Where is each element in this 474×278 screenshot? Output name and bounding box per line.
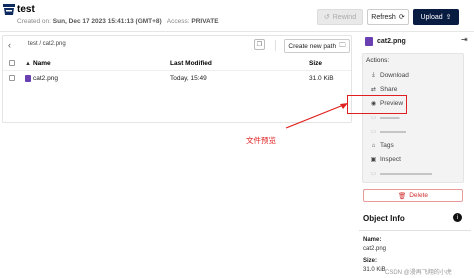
- column-modified-header[interactable]: Last Modified: [170, 60, 212, 67]
- info-icon[interactable]: i: [453, 213, 462, 222]
- created-value: Sun, Dec 17 2023 15:41:13 (GMT+8): [52, 18, 162, 25]
- upload-label: Upload: [420, 13, 443, 21]
- image-file-icon: [25, 75, 31, 82]
- access-value: PRIVATE: [191, 18, 219, 25]
- bucket-name: test: [17, 4, 35, 15]
- column-size-header[interactable]: Size: [309, 60, 322, 67]
- info-name-value: cat2.png: [363, 246, 387, 252]
- row-modified: Today, 15:49: [170, 75, 207, 82]
- rewind-button[interactable]: ↺ Rewind: [317, 9, 363, 25]
- disabled-action-icon: ▭: [370, 115, 377, 121]
- bucket-header: test Created on: Sun, Dec 17 2023 15:41:…: [0, 0, 474, 32]
- rewind-icon: ↺: [323, 14, 330, 21]
- preview-highlight-box: [347, 95, 407, 114]
- trash-icon: 🗑: [397, 192, 407, 200]
- refresh-label: Refresh: [371, 13, 396, 21]
- info-size-value: 31.0 KiB: [363, 267, 386, 273]
- refresh-icon: ⟳: [398, 14, 405, 21]
- table-header: ▲ Name Last Modified Size: [3, 57, 351, 71]
- new-folder-icon: 🗀: [339, 41, 346, 49]
- breadcrumb: test / cat2.png: [28, 41, 66, 47]
- create-new-path-button[interactable]: Create new path 🗀: [284, 39, 350, 53]
- info-size-label: Size:: [363, 258, 378, 264]
- rewind-label: Rewind: [332, 13, 357, 21]
- delete-label: Delete: [409, 192, 429, 199]
- object-info-title: Object Info: [363, 214, 405, 223]
- table-row[interactable]: cat2.png Today, 15:49 31.0 KiB: [3, 72, 351, 85]
- action-disabled-3: ▭ ▬▬▬▬▬▬▬▬: [370, 170, 432, 177]
- disabled-action-icon: ▭: [370, 171, 377, 177]
- disabled-action-icon: ▭: [370, 129, 377, 135]
- action-disabled-1: ▭ ▬▬▬: [370, 114, 400, 121]
- column-name-header[interactable]: ▲ Name: [25, 60, 51, 67]
- tag-icon: ⌂: [371, 142, 376, 149]
- collapse-panel-icon[interactable]: ⇥: [461, 35, 468, 44]
- action-inspect-label: Inspect: [380, 156, 401, 163]
- copy-icon: ❐: [256, 42, 263, 48]
- info-name-label: Name:: [363, 237, 382, 243]
- inspect-icon: ▣: [370, 157, 377, 163]
- image-file-icon: [365, 37, 373, 46]
- actions-title: Actions:: [366, 57, 390, 64]
- action-tags-label: Tags: [380, 142, 394, 149]
- upload-button[interactable]: Upload ⇪: [413, 9, 459, 25]
- disabled-action-placeholder: ▬▬▬: [380, 114, 400, 121]
- download-icon: ⤓: [372, 72, 375, 78]
- back-arrow-icon[interactable]: ‹: [8, 40, 11, 50]
- upload-icon: ⇪: [445, 14, 452, 21]
- action-inspect[interactable]: ▣ Inspect: [370, 156, 401, 163]
- action-tags[interactable]: ⌂ Tags: [370, 142, 394, 149]
- row-checkbox[interactable]: [9, 75, 15, 81]
- share-icon: ⇄: [370, 87, 377, 93]
- action-download-label: Download: [380, 72, 409, 79]
- action-download[interactable]: ⤓ Download: [370, 72, 409, 79]
- row-name: cat2.png: [33, 75, 58, 82]
- bucket-icon: [3, 4, 15, 15]
- access-label: Access:: [166, 18, 190, 25]
- sort-up-icon: ▲: [25, 60, 31, 67]
- bucket-meta: Created on: Sun, Dec 17 2023 15:41:13 (G…: [17, 18, 219, 25]
- watermark: CSDN @漫再飞翔的小虎: [385, 270, 452, 276]
- toolbar-divider: [275, 40, 276, 51]
- delete-button[interactable]: 🗑 Delete: [363, 189, 463, 202]
- object-name: cat2.png: [377, 38, 406, 45]
- created-label: Created on:: [17, 18, 51, 25]
- disabled-action-placeholder: ▬▬▬▬: [380, 128, 406, 135]
- column-name-label: Name: [32, 60, 51, 67]
- select-all-checkbox[interactable]: [9, 60, 15, 66]
- info-divider: [359, 230, 471, 231]
- annotation-text: 文件预览: [246, 136, 276, 145]
- action-share-label: Share: [380, 86, 398, 93]
- row-name-cell: cat2.png: [25, 75, 58, 82]
- disabled-action-placeholder: ▬▬▬▬▬▬▬▬: [380, 170, 432, 177]
- action-share[interactable]: ⇄ Share: [370, 86, 397, 93]
- action-disabled-2: ▭ ▬▬▬▬: [370, 128, 406, 135]
- refresh-button[interactable]: Refresh ⟳: [367, 9, 409, 25]
- annotation-arrow: [285, 103, 348, 129]
- copy-path-button[interactable]: ❐: [254, 39, 265, 50]
- create-new-path-label: Create new path: [288, 42, 337, 50]
- row-size: 31.0 KiB: [309, 75, 334, 82]
